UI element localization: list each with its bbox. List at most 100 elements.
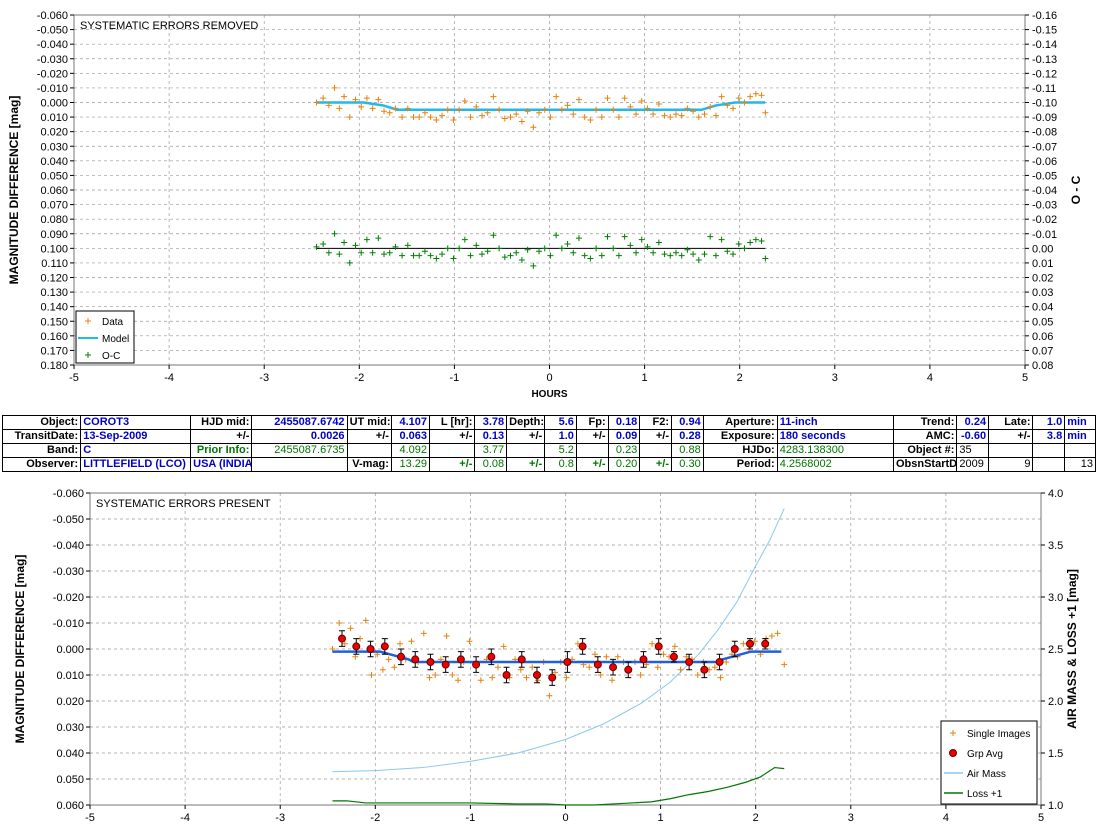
- data-point: [501, 115, 508, 122]
- info-cell: [1064, 443, 1096, 458]
- info-cell: [506, 443, 546, 458]
- single-image-point: [336, 620, 343, 626]
- x-tick-label: -2: [354, 372, 364, 384]
- group-average-point: [396, 652, 405, 661]
- group-average-point: [578, 642, 587, 651]
- data-point: [541, 106, 548, 113]
- group-average-point: [517, 655, 526, 664]
- info-cell: Fp:: [575, 415, 609, 430]
- oc-point: [741, 245, 748, 252]
- oc-point: [604, 233, 611, 240]
- oc-point: [655, 239, 662, 246]
- group-average-point: [502, 671, 511, 679]
- oc-point: [518, 257, 525, 263]
- info-cell: 4.092: [390, 443, 431, 458]
- single-image-point: [426, 674, 433, 681]
- info-cell: +/-: [506, 429, 546, 444]
- y-tick-label: -0.060: [53, 488, 84, 500]
- oc-point: [536, 248, 543, 255]
- y2-tick-label: 0.08: [1032, 360, 1053, 372]
- y-tick-label: 0.160: [40, 331, 68, 343]
- x-tick-label: 1: [658, 812, 664, 824]
- group-average-point: [472, 660, 481, 669]
- info-cell: [1032, 457, 1066, 472]
- y2-tick-label: -0.07: [1032, 141, 1057, 153]
- info-cell: [575, 443, 609, 458]
- oc-point: [650, 249, 657, 256]
- group-average-point: [411, 655, 420, 664]
- single-image-point: [614, 653, 621, 660]
- y-tick-label: 0.040: [56, 748, 84, 760]
- data-point: [570, 111, 577, 118]
- info-cell: 13.29: [390, 457, 431, 472]
- oc-point: [433, 255, 440, 262]
- legend-marker: [949, 749, 957, 757]
- data-point: [747, 93, 754, 100]
- info-cell: 5.2: [544, 443, 577, 458]
- y-tick-label: 0.180: [40, 360, 68, 372]
- oc-point: [524, 246, 531, 253]
- y2-tick-label: -0.14: [1032, 39, 1057, 51]
- data-point: [695, 114, 702, 121]
- y2-axis-title: AIR MASS & LOSS +1 [mag]: [1065, 569, 1079, 729]
- y2-tick-label: 3.5: [1048, 540, 1063, 552]
- x-tick-label: 2: [737, 372, 743, 384]
- data-point: [416, 114, 423, 121]
- oc-point: [575, 235, 582, 242]
- info-cell: 4.107: [390, 415, 431, 430]
- y-tick-label: 0.100: [40, 243, 68, 255]
- single-image-point: [717, 674, 724, 681]
- air-mass-line: [332, 508, 785, 773]
- info-cell: Band:: [1, 443, 82, 458]
- info-cell: F2:: [639, 415, 673, 430]
- x-tick-label: 2: [753, 812, 759, 824]
- single-image-point: [597, 672, 604, 678]
- info-cell: 4283.138300: [776, 443, 894, 458]
- x-tick-label: 3: [832, 372, 838, 384]
- legend-label: Model: [102, 334, 129, 345]
- single-image-point: [408, 638, 415, 645]
- oc-point: [633, 249, 640, 256]
- data-point: [467, 114, 474, 121]
- data-point: [735, 95, 742, 102]
- info-cell: +/-: [988, 429, 1034, 444]
- oc-point: [707, 233, 714, 240]
- data-point: [444, 106, 451, 113]
- info-row: Observer:LITTLEFIELD (LCO)USA (INDIANA) V…: [1, 457, 1096, 472]
- y2-tick-label: -0.11: [1032, 83, 1056, 95]
- group-average-point: [745, 639, 754, 648]
- info-cell: [346, 443, 392, 458]
- oc-point: [547, 252, 554, 259]
- y2-tick-label: -0.05: [1032, 170, 1057, 182]
- oc-point: [695, 257, 702, 263]
- single-image-point: [432, 672, 439, 678]
- data-point: [672, 111, 679, 118]
- oc-point: [621, 233, 628, 240]
- data-point: [410, 114, 417, 121]
- info-cell: HJDo:: [702, 443, 778, 458]
- info-cell: 35: [956, 443, 990, 458]
- single-image-point: [671, 643, 678, 650]
- oc-point: [507, 252, 514, 259]
- oc-point: [399, 252, 406, 259]
- single-image-point: [637, 672, 644, 678]
- data-point: [610, 106, 617, 113]
- chart-title: SYSTEMATIC ERRORS PRESENT: [96, 498, 271, 510]
- single-image-point: [774, 630, 781, 637]
- info-cell: +/-: [346, 429, 392, 444]
- single-image-point: [494, 664, 501, 671]
- info-cell: USA (INDIANA): [190, 457, 253, 472]
- info-cell: L [hr]:: [428, 415, 476, 430]
- oc-point: [747, 239, 754, 246]
- data-point: [518, 118, 525, 125]
- group-average-point: [715, 658, 724, 666]
- loss-line: [332, 766, 785, 806]
- info-cell: LITTLEFIELD (LCO): [80, 457, 192, 472]
- single-image-point: [517, 666, 524, 673]
- y-tick-label: 0.000: [40, 98, 68, 110]
- single-image-point: [694, 672, 701, 678]
- oc-point: [501, 254, 508, 261]
- info-cell: Late:: [988, 415, 1034, 430]
- y-tick-label: -0.010: [53, 618, 84, 630]
- y-tick-label: 0.170: [40, 345, 68, 357]
